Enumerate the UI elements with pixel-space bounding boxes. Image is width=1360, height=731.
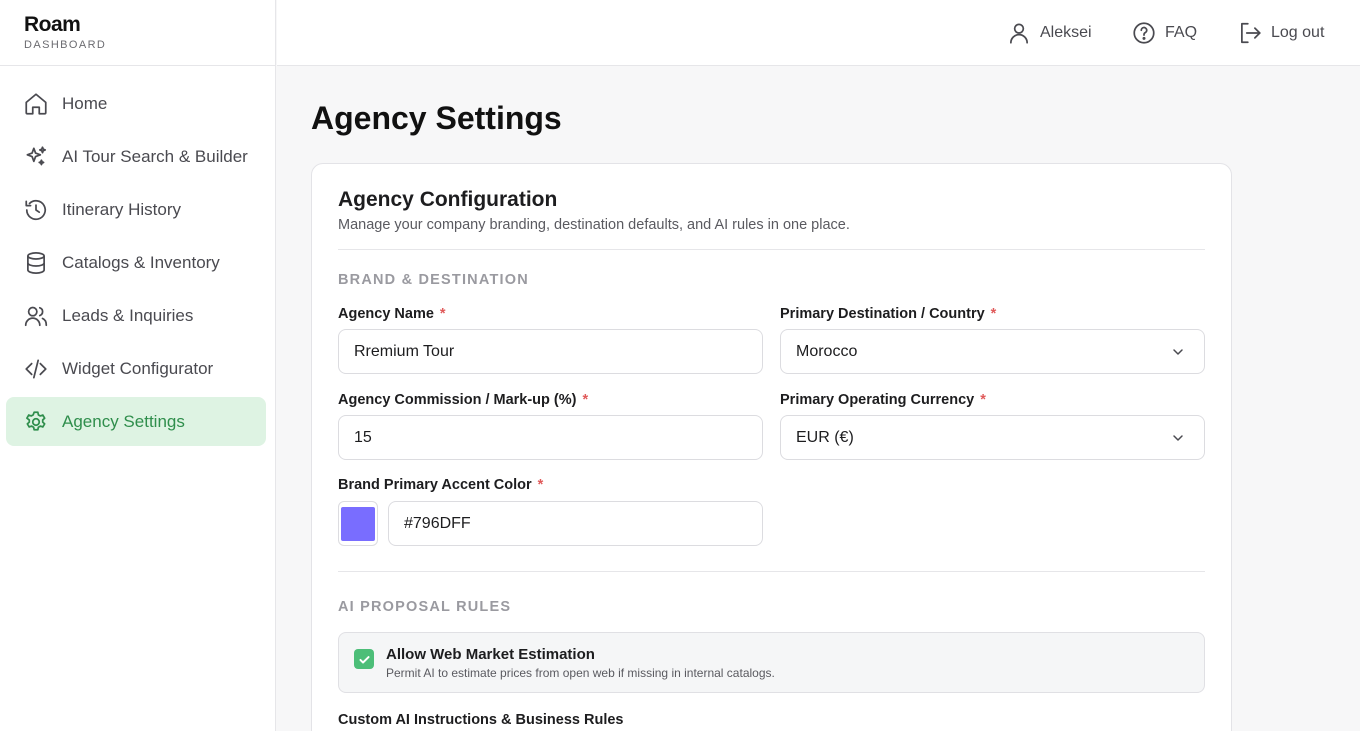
brand: Roam DASHBOARD (0, 0, 275, 66)
logout-button[interactable]: Log out (1237, 20, 1324, 46)
agency-name-value: Rremium Tour (354, 342, 455, 360)
sidebar-item-label: Catalogs & Inventory (62, 252, 220, 272)
destination-label: Primary Destination / Country * (780, 306, 996, 322)
user-menu[interactable]: Aleksei (1006, 20, 1092, 46)
code-icon (25, 358, 47, 379)
color-picker[interactable] (338, 501, 378, 546)
destination-value: Morocco (796, 342, 858, 360)
chevron-down-icon (1173, 435, 1183, 441)
required-mark: * (582, 392, 589, 408)
history-icon (25, 199, 47, 220)
brand-subtitle: DASHBOARD (24, 39, 107, 51)
label-text: Agency Name (338, 306, 434, 322)
sidebar-nav: Home AI Tour Search & Builder Itinerary … (0, 66, 275, 446)
label-text: Primary Operating Currency (780, 392, 975, 408)
commission-value: 15 (354, 428, 372, 446)
custom-instructions-label: Custom AI Instructions & Business Rules (338, 712, 624, 728)
user-icon (1010, 23, 1028, 44)
accent-color-value: #796DFF (404, 514, 471, 532)
web-estimation-title: Allow Web Market Estimation (386, 646, 595, 663)
faq-label: FAQ (1165, 24, 1198, 41)
user-name: Aleksei (1040, 24, 1092, 41)
web-estimation-description: Permit AI to estimate prices from open w… (386, 666, 775, 680)
required-mark: * (990, 306, 997, 322)
required-mark: * (980, 392, 986, 408)
currency-label: Primary Operating Currency * (780, 392, 986, 408)
faq-link[interactable]: FAQ (1131, 20, 1197, 46)
database-icon (27, 251, 45, 274)
users-icon (24, 306, 48, 326)
card-subtitle: Manage your company branding, destinatio… (338, 217, 850, 233)
currency-select[interactable]: EUR (€) (780, 415, 1205, 460)
section-heading-ai-rules: AI PROPOSAL RULES (338, 599, 512, 615)
sidebar-item-leads[interactable]: Leads & Inquiries (6, 291, 266, 340)
logout-icon (1241, 22, 1261, 44)
sparkles-icon (26, 145, 47, 165)
home-icon (25, 92, 47, 115)
sidebar-item-label: Agency Settings (62, 411, 185, 431)
brand-logo[interactable]: Roam (24, 14, 275, 36)
destination-select[interactable]: Morocco (780, 329, 1205, 374)
section-heading-brand: BRAND & DESTINATION (338, 272, 529, 288)
accent-color-input[interactable]: #796DFF (388, 501, 763, 546)
sidebar-item-home[interactable]: Home (6, 79, 266, 128)
gear-icon (26, 410, 46, 431)
divider (338, 571, 1205, 572)
currency-value: EUR (€) (796, 428, 854, 446)
logout-label: Log out (1271, 24, 1325, 41)
agency-name-input[interactable]: Rremium Tour (338, 329, 763, 374)
web-estimation-option[interactable]: Allow Web Market Estimation Permit AI to… (338, 632, 1205, 693)
sidebar-item-label: Itinerary History (62, 199, 182, 219)
sidebar-item-catalogs[interactable]: Catalogs & Inventory (6, 238, 266, 287)
sidebar-item-label: Widget Configurator (62, 358, 214, 378)
commission-input[interactable]: 15 (338, 415, 763, 460)
page-title: Agency Settings (311, 100, 562, 136)
divider (338, 249, 1205, 250)
accent-color-label: Brand Primary Accent Color * (338, 477, 543, 493)
sidebar-item-label: Leads & Inquiries (62, 305, 194, 325)
sidebar-item-agency-settings[interactable]: Agency Settings (6, 397, 266, 446)
agency-name-label: Agency Name * (338, 306, 446, 322)
card-title: Agency Configuration (338, 188, 558, 211)
sidebar-item-label: Home (62, 93, 108, 113)
commission-label: Agency Commission / Mark-up (%) * (338, 392, 588, 408)
sidebar: Roam DASHBOARD Home AI Tour Search & Bui… (0, 0, 276, 731)
required-mark: * (537, 477, 544, 493)
sidebar-item-label: AI Tour Search & Builder (62, 146, 248, 166)
sidebar-item-itinerary-history[interactable]: Itinerary History (6, 185, 266, 234)
checkmark-icon (358, 655, 370, 663)
label-text: Primary Destination / Country (780, 306, 985, 322)
sidebar-item-ai-tour-search[interactable]: AI Tour Search & Builder (6, 132, 266, 181)
label-text: Agency Commission / Mark-up (%) (338, 392, 577, 408)
web-estimation-checkbox[interactable] (354, 649, 374, 669)
label-text: Brand Primary Accent Color (338, 477, 532, 493)
topbar: Aleksei FAQ Log out (277, 0, 1360, 66)
required-mark: * (439, 306, 446, 322)
help-circle-icon (1133, 22, 1155, 44)
color-swatch (341, 506, 375, 541)
agency-configuration-card: Agency Configuration Manage your company… (311, 163, 1232, 731)
sidebar-item-widget-configurator[interactable]: Widget Configurator (6, 344, 266, 393)
chevron-down-icon (1173, 349, 1183, 355)
